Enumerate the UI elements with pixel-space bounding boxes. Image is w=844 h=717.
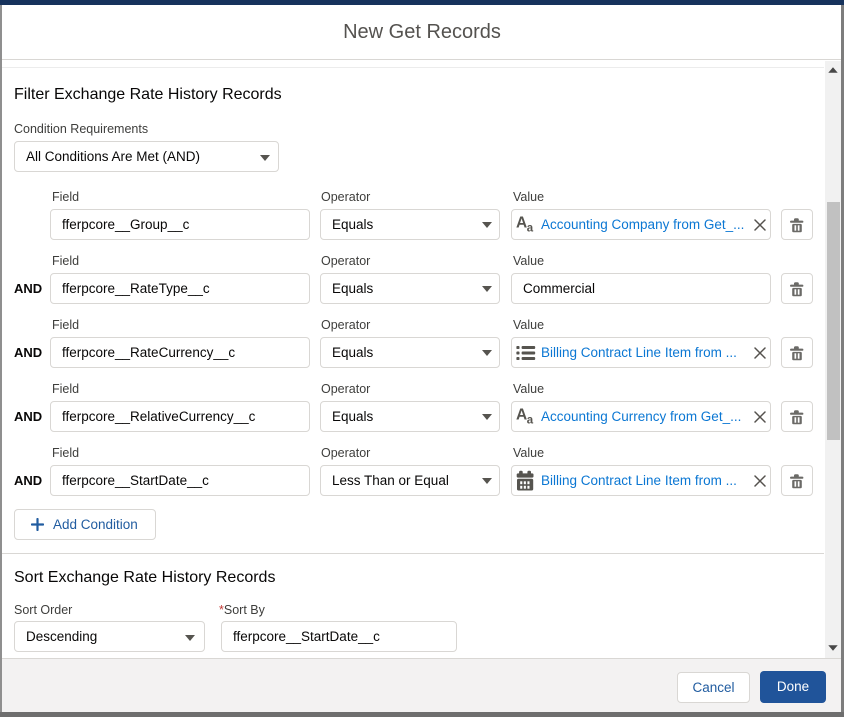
svg-text:a: a (526, 415, 533, 426)
svg-text:a: a (526, 223, 533, 234)
svg-text:A: A (516, 215, 527, 232)
svg-text:A: A (516, 407, 527, 424)
